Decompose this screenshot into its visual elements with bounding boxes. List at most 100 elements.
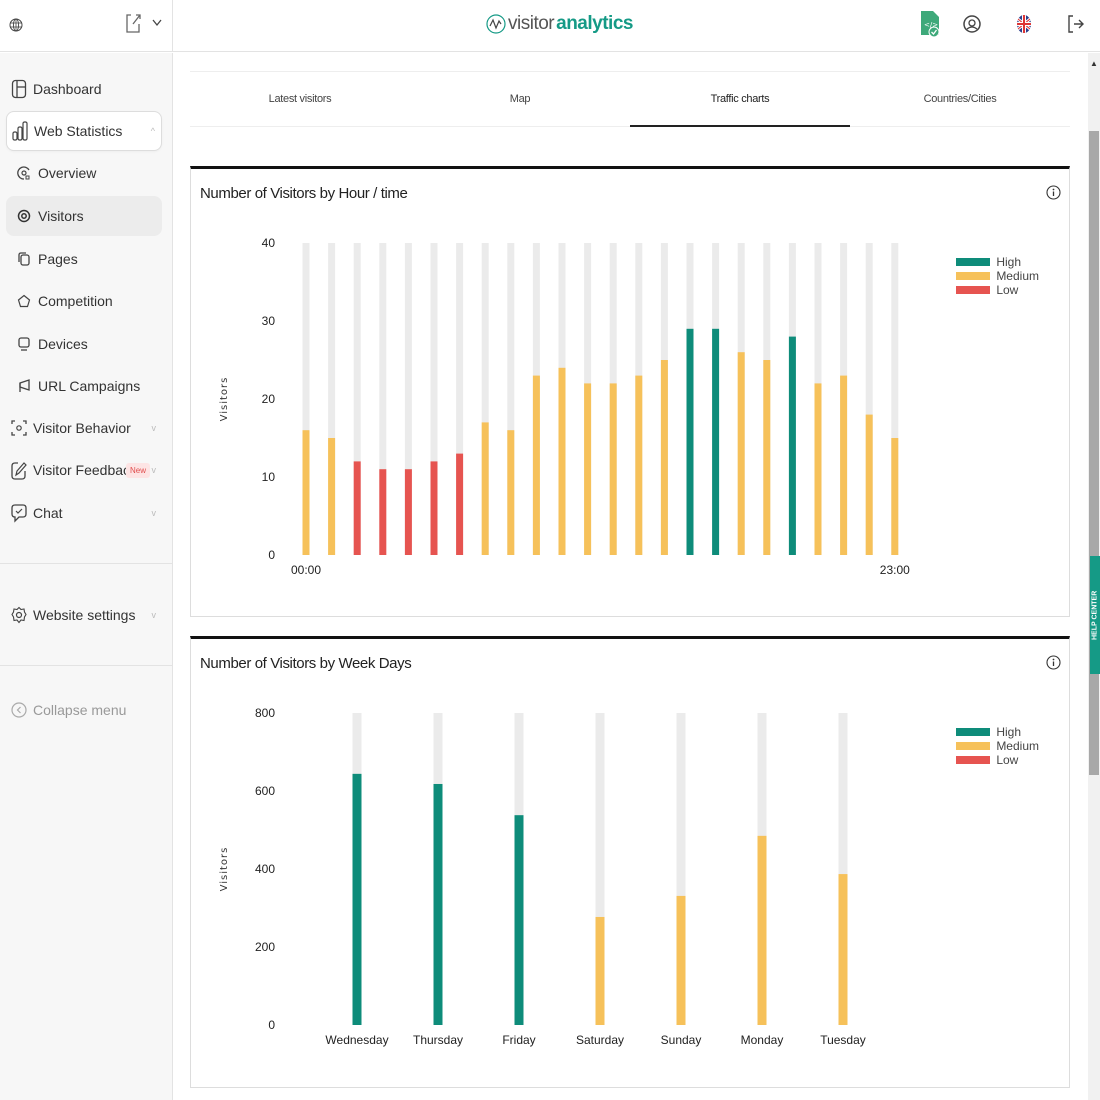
bar[interactable]	[676, 895, 686, 1025]
bar[interactable]	[514, 815, 524, 1025]
sidebar-item-devices[interactable]: Devices	[6, 324, 162, 364]
bar[interactable]	[433, 783, 443, 1025]
sidebar-item-dashboard[interactable]: Dashboard	[6, 69, 162, 109]
scroll-up-arrow-icon[interactable]: ▲	[1090, 59, 1098, 68]
sidebar-item-chat[interactable]: Chat v	[6, 493, 162, 533]
y-tick-label: 200	[255, 940, 275, 954]
chart-legend: High Medium Low	[956, 255, 1039, 297]
external-link-icon[interactable]	[124, 12, 142, 34]
website-selector[interactable]	[0, 0, 173, 52]
bar[interactable]	[635, 375, 643, 555]
help-center-tab[interactable]: HELP CENTER	[1090, 556, 1100, 674]
bar[interactable]	[865, 414, 873, 555]
bar[interactable]	[737, 352, 745, 555]
weekday-visitors-chart: Visitors 0 200 400 600 800 Wednesday Thursday Fr…	[219, 706, 866, 1047]
legend-swatch-medium	[956, 272, 991, 280]
y-tick-label: 0	[268, 1018, 275, 1032]
sidebar-item-web-statistics[interactable]: Web Statistics ^	[6, 111, 162, 151]
chevron-down-icon[interactable]	[151, 16, 163, 28]
tab-bar: Latest visitors Map Traffic charts Count…	[190, 71, 1070, 127]
sidebar-item-website-settings[interactable]: Website settings v	[6, 595, 162, 635]
bar[interactable]	[481, 422, 489, 555]
bar[interactable]	[558, 367, 566, 555]
weekday-visitors-card: Number of Visitors by Week Days Visitors…	[190, 636, 1070, 1088]
sidebar-item-url-campaigns[interactable]: URL Campaigns	[6, 366, 162, 406]
legend-item-high: High	[956, 255, 1039, 269]
bar[interactable]	[379, 469, 387, 555]
globe-icon	[9, 18, 23, 32]
bar[interactable]	[584, 383, 592, 555]
bar[interactable]	[302, 430, 310, 555]
bar[interactable]	[891, 438, 899, 555]
logout-icon[interactable]	[1064, 10, 1088, 38]
focus-icon	[10, 418, 28, 438]
bar[interactable]	[595, 916, 605, 1025]
tab-map[interactable]: Map	[410, 72, 630, 126]
scrollbar-thumb[interactable]	[1089, 131, 1099, 775]
gear-icon	[10, 605, 28, 625]
bar[interactable]	[353, 461, 361, 555]
legend-label: Low	[996, 283, 1019, 297]
sidebar-item-overview[interactable]: Overview	[6, 153, 162, 193]
collapse-menu-button[interactable]: Collapse menu	[6, 690, 162, 730]
bar[interactable]	[507, 430, 515, 555]
sidebar-item-label: URL Campaigns	[38, 378, 141, 394]
x-tick-label: 00:00	[291, 563, 321, 577]
legend-label: High	[996, 725, 1021, 739]
top-bar: visitor analytics </>	[0, 0, 1100, 52]
sidebar-item-label: Visitor Behavior	[33, 420, 131, 436]
logo-text-analytics: analytics	[556, 13, 633, 34]
bar[interactable]	[404, 469, 412, 555]
y-axis-label: Visitors	[219, 847, 230, 892]
legend-item-high: High	[956, 725, 1039, 739]
bar[interactable]	[814, 383, 822, 555]
sidebar-divider	[0, 563, 172, 564]
y-tick-label: 10	[262, 470, 276, 484]
bar[interactable]	[788, 336, 796, 555]
bar[interactable]	[840, 375, 848, 555]
sidebar-item-label: Web Statistics	[34, 123, 123, 139]
legend-label: Medium	[996, 269, 1039, 283]
legend-item-medium: Medium	[956, 269, 1039, 283]
edit-icon	[10, 460, 28, 480]
x-tick-label: 23:00	[880, 563, 910, 577]
bar[interactable]	[430, 461, 438, 555]
sidebar-item-visitor-feedback[interactable]: Visitor Feedback New v	[6, 450, 162, 490]
bar[interactable]	[838, 874, 848, 1025]
tab-traffic-charts[interactable]: Traffic charts	[630, 72, 850, 127]
y-tick-label: 40	[262, 236, 276, 250]
bar[interactable]	[712, 328, 720, 555]
legend-label: Medium	[996, 739, 1039, 753]
y-tick-label: 600	[255, 784, 275, 798]
bar[interactable]	[328, 438, 336, 555]
bar[interactable]	[686, 328, 694, 555]
bar[interactable]	[456, 453, 464, 555]
bar[interactable]	[532, 375, 540, 555]
bar[interactable]	[660, 360, 668, 555]
x-tick-label: Tuesday	[820, 1033, 866, 1047]
sidebar-item-visitors[interactable]: Visitors	[6, 196, 162, 236]
tab-latest-visitors[interactable]: Latest visitors	[190, 72, 410, 126]
legend-swatch-high	[956, 728, 991, 736]
tab-countries-cities[interactable]: Countries/Cities	[850, 72, 1070, 126]
y-axis-label: Visitors	[219, 377, 230, 422]
sidebar-item-competition[interactable]: Competition	[6, 281, 162, 321]
x-tick-label: Sunday	[661, 1033, 702, 1047]
bar[interactable]	[609, 383, 617, 555]
bar[interactable]	[763, 360, 771, 555]
chart-legend: High Medium Low	[956, 725, 1039, 767]
user-circle-icon[interactable]	[960, 10, 984, 38]
legend-item-low: Low	[956, 283, 1039, 297]
sidebar-item-visitor-behavior[interactable]: Visitor Behavior v	[6, 408, 162, 448]
sidebar-item-pages[interactable]: Pages	[6, 239, 162, 279]
x-tick-label: Wednesday	[325, 1033, 388, 1047]
x-tick-label: Saturday	[576, 1033, 624, 1047]
code-verified-icon[interactable]: </>	[918, 10, 942, 38]
legend-swatch-medium	[956, 742, 991, 750]
overview-icon	[15, 163, 33, 183]
logo-text-visitor: visitor	[508, 13, 555, 34]
bar[interactable]	[757, 835, 767, 1025]
bar[interactable]	[352, 773, 362, 1025]
uk-flag-icon[interactable]	[1012, 10, 1036, 38]
chevron-down-icon: v	[151, 610, 157, 620]
